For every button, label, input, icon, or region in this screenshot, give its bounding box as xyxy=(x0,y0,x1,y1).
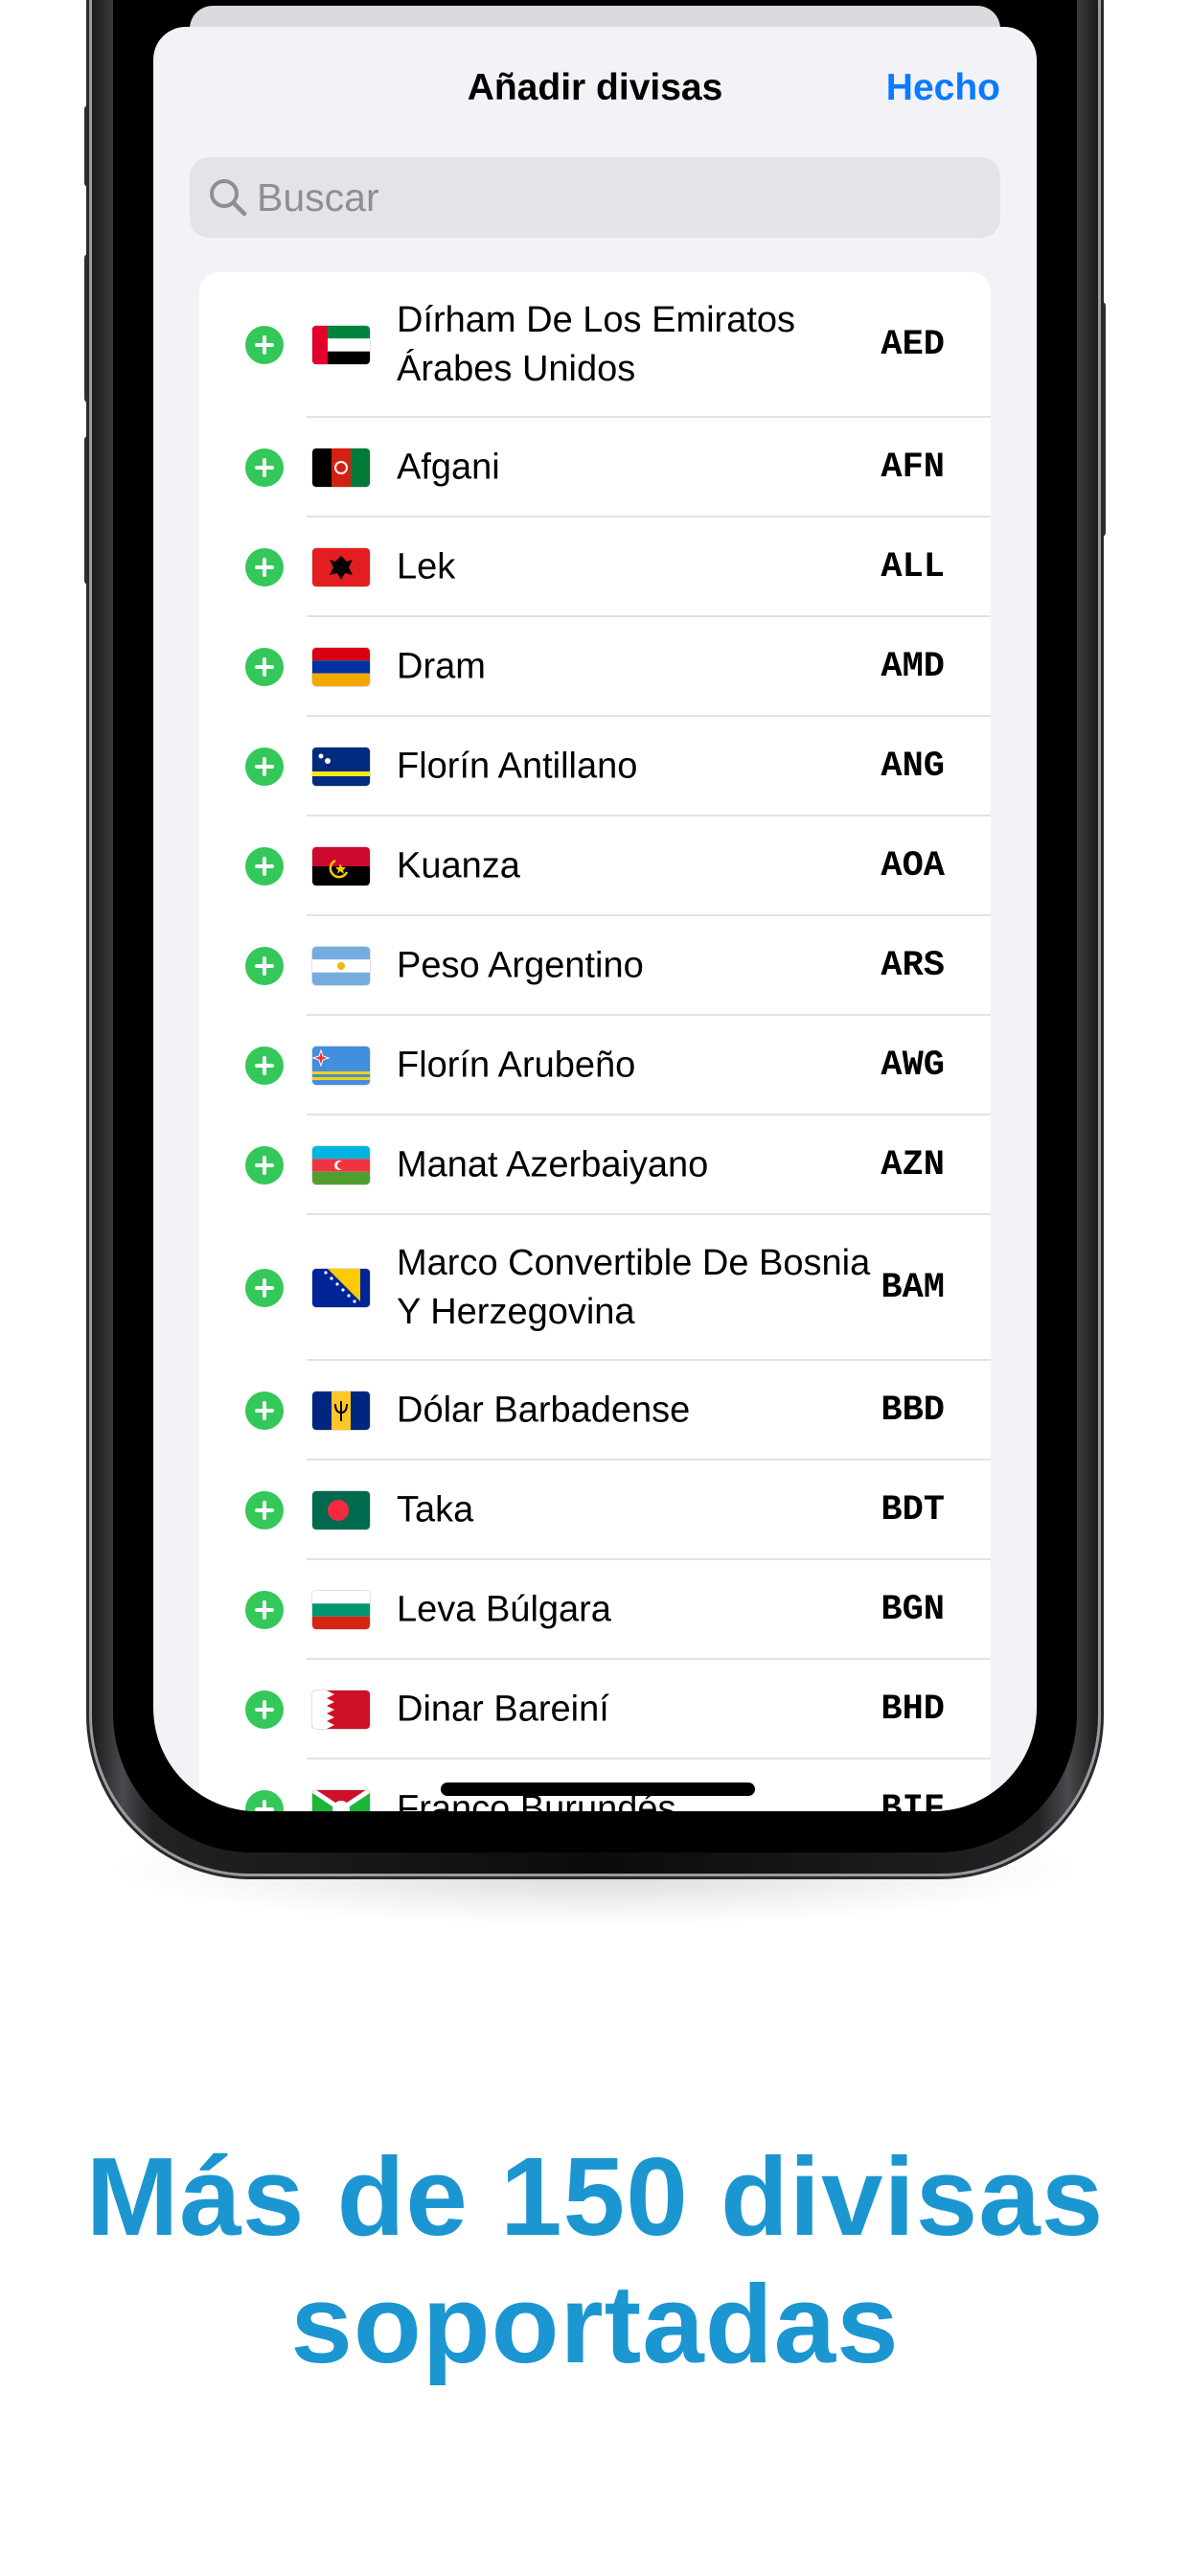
currency-name: Marco Convertible De Bosnia Y Herzegovin… xyxy=(397,1243,871,1332)
currency-list: Dírham De Los Emiratos Árabes Unidos AED… xyxy=(199,272,991,1811)
add-icon[interactable] xyxy=(245,847,284,886)
currency-name: Taka xyxy=(397,1489,474,1530)
currency-row-bhd[interactable]: Dinar Bareiní BHD xyxy=(199,1660,991,1760)
currency-name: Florín Arubeño xyxy=(397,1045,636,1086)
add-icon[interactable] xyxy=(245,1046,284,1085)
headline-line-2: soportadas xyxy=(290,2262,900,2386)
add-icon[interactable] xyxy=(245,448,284,487)
done-button[interactable]: Hecho xyxy=(886,67,1000,109)
home-indicator xyxy=(441,1782,755,1796)
add-icon[interactable] xyxy=(245,1392,284,1430)
currency-name: Manat Azerbaiyano xyxy=(397,1144,709,1185)
flag-angola-icon xyxy=(312,847,370,886)
add-icon[interactable] xyxy=(245,947,284,985)
currency-row-azn[interactable]: Manat Azerbaiyano AZN xyxy=(199,1116,991,1215)
currency-row-aed[interactable]: Dírham De Los Emiratos Árabes Unidos AED xyxy=(199,272,991,418)
currency-code: AFN xyxy=(881,448,945,488)
currency-code: BBD xyxy=(881,1391,945,1431)
currency-name: Leva Búlgara xyxy=(397,1589,611,1630)
currency-name: Kuanza xyxy=(397,845,520,886)
add-icon[interactable] xyxy=(245,748,284,786)
currency-name: Florín Antillano xyxy=(397,746,638,787)
currency-row-amd[interactable]: Dram AMD xyxy=(199,617,991,717)
flag-albania-icon xyxy=(312,548,370,586)
currency-row-bam[interactable]: Marco Convertible De Bosnia Y Herzegovin… xyxy=(199,1215,991,1361)
add-icon[interactable] xyxy=(245,648,284,686)
headline-line-1: Más de 150 divisas xyxy=(85,2134,1105,2259)
currency-code: BAM xyxy=(881,1268,945,1308)
phone-screen: Añadir divisas Hecho Dírham De Los Emira… xyxy=(153,0,1037,1811)
add-icon[interactable] xyxy=(245,548,284,586)
currency-code: BGN xyxy=(881,1590,945,1630)
currency-row-all[interactable]: Lek ALL xyxy=(199,518,991,617)
add-currencies-sheet: Añadir divisas Hecho Dírham De Los Emira… xyxy=(153,27,1037,1811)
flag-aruba-icon xyxy=(312,1046,370,1085)
flag-bosnia-icon xyxy=(312,1269,370,1307)
flag-uae-icon xyxy=(312,326,370,364)
currency-code: ARS xyxy=(881,946,945,986)
add-icon[interactable] xyxy=(245,1690,284,1729)
currency-row-bdt[interactable]: Taka BDT xyxy=(199,1460,991,1560)
add-icon[interactable] xyxy=(245,1146,284,1184)
add-icon[interactable] xyxy=(245,1491,284,1530)
flag-armenia-icon xyxy=(312,648,370,686)
currency-code: BIF xyxy=(881,1789,945,1811)
search-icon xyxy=(210,179,247,217)
currency-code: AOA xyxy=(881,846,945,886)
add-icon[interactable] xyxy=(245,1591,284,1629)
flag-bulgaria-icon xyxy=(312,1591,370,1629)
currency-row-afn[interactable]: Afgani AFN xyxy=(199,418,991,518)
currency-code: AZN xyxy=(881,1145,945,1185)
flag-barbados-icon xyxy=(312,1392,370,1430)
add-icon[interactable] xyxy=(245,1269,284,1307)
currency-row-ang[interactable]: Florín Antillano ANG xyxy=(199,717,991,816)
flag-bahrain-icon xyxy=(312,1690,370,1729)
currency-name: Dólar Barbadense xyxy=(397,1390,691,1431)
flag-afghanistan-icon xyxy=(312,448,370,487)
flag-bangladesh-icon xyxy=(312,1491,370,1530)
currency-code: BHD xyxy=(881,1690,945,1730)
flag-burundi-icon xyxy=(312,1790,370,1811)
currency-code: ANG xyxy=(881,747,945,787)
currency-code: AMD xyxy=(881,647,945,687)
add-icon[interactable] xyxy=(245,1790,284,1811)
currency-row-aoa[interactable]: Kuanza AOA xyxy=(199,816,991,916)
currency-name: Lek xyxy=(397,546,456,587)
currency-name: Dírham De Los Emiratos Árabes Unidos xyxy=(397,300,796,389)
currency-row-bbd[interactable]: Dólar Barbadense BBD xyxy=(199,1361,991,1460)
search-input[interactable] xyxy=(257,157,985,238)
currency-code: AWG xyxy=(881,1046,945,1086)
add-icon[interactable] xyxy=(245,326,284,364)
currency-code: ALL xyxy=(881,547,945,587)
currency-code: AED xyxy=(881,325,945,365)
currency-name: Afgani xyxy=(397,447,500,488)
currency-name: Dram xyxy=(397,646,486,687)
currency-code: BDT xyxy=(881,1490,945,1530)
currency-row-bgn[interactable]: Leva Búlgara BGN xyxy=(199,1560,991,1660)
flag-argentina-icon xyxy=(312,947,370,985)
currency-name: Peso Argentino xyxy=(397,945,644,986)
flag-azerbaijan-icon xyxy=(312,1146,370,1184)
search-bar[interactable] xyxy=(190,157,1000,238)
currency-row-awg[interactable]: Florín Arubeño AWG xyxy=(199,1016,991,1116)
currency-row-ars[interactable]: Peso Argentino ARS xyxy=(199,916,991,1016)
flag-curacao-icon xyxy=(312,748,370,786)
currency-name: Dinar Bareiní xyxy=(397,1689,609,1730)
